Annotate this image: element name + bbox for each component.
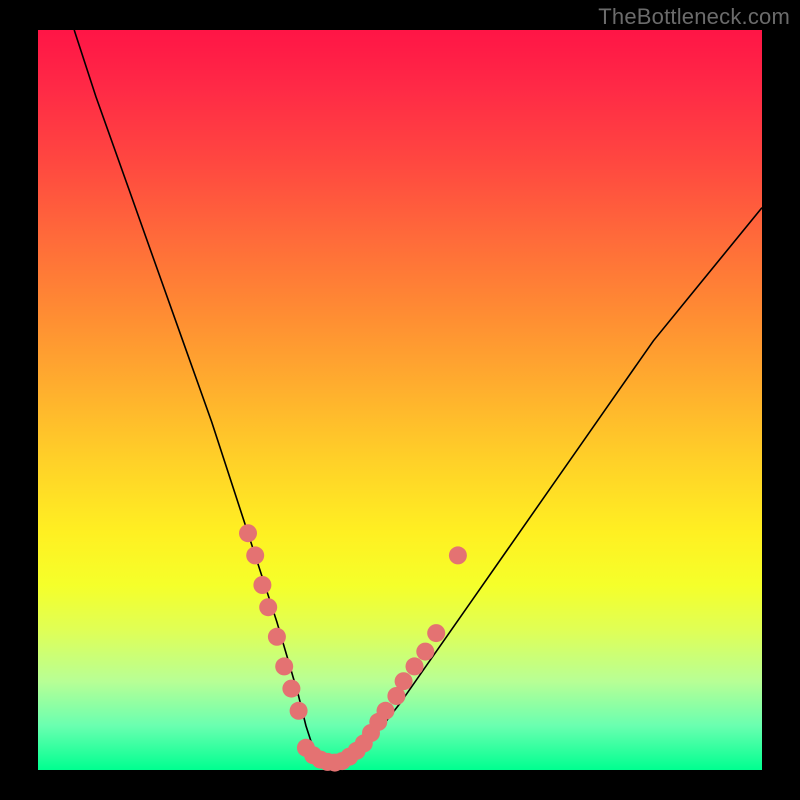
plot-area <box>38 30 762 770</box>
data-point <box>275 657 293 675</box>
data-point <box>427 624 445 642</box>
data-points <box>239 524 467 771</box>
data-point <box>259 598 277 616</box>
data-point <box>253 576 271 594</box>
data-point <box>406 657 424 675</box>
chart-frame: TheBottleneck.com <box>0 0 800 800</box>
watermark-text: TheBottleneck.com <box>598 4 790 30</box>
data-point <box>395 672 413 690</box>
data-point <box>268 628 286 646</box>
chart-svg <box>38 30 762 770</box>
data-point <box>377 702 395 720</box>
data-point <box>290 702 308 720</box>
data-point <box>246 546 264 564</box>
data-point <box>449 546 467 564</box>
data-point <box>239 524 257 542</box>
data-point <box>416 643 434 661</box>
data-point <box>282 680 300 698</box>
